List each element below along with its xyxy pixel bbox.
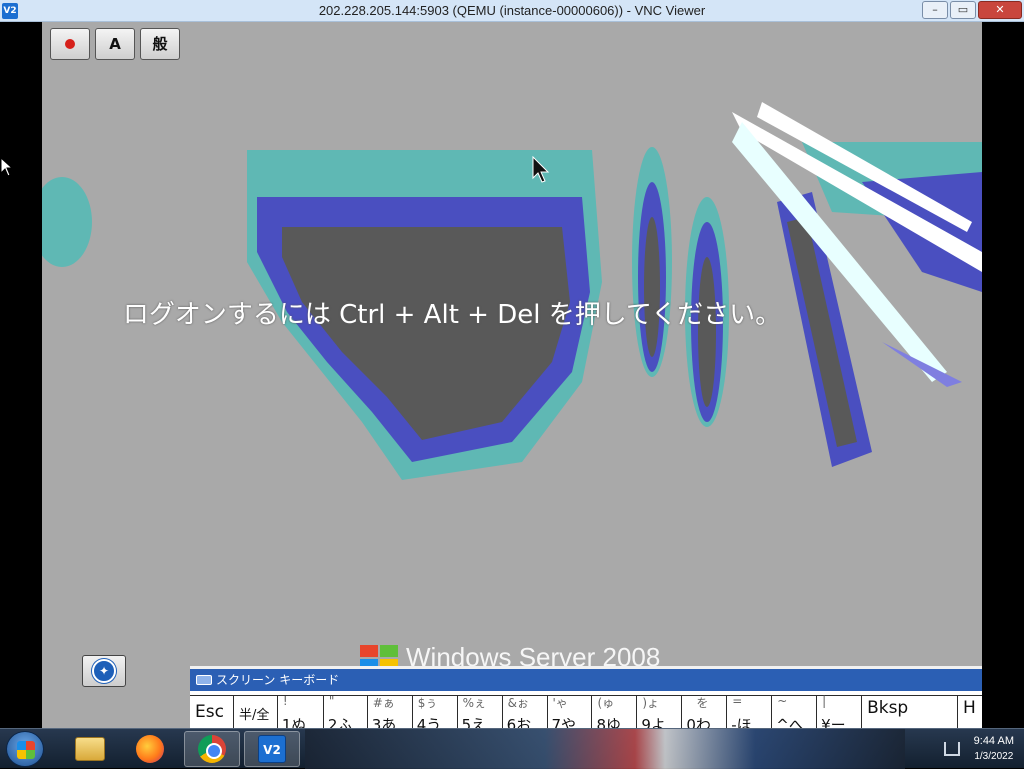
taskbar-explorer[interactable] (62, 731, 118, 767)
ime-toggle-button[interactable] (50, 28, 90, 60)
clock[interactable]: 9:44 AM 1/3/2022 (974, 733, 1014, 765)
ime-toolbar: A 般 (50, 28, 180, 60)
key-caret[interactable]: ~ ^へ (772, 694, 818, 728)
windows-start-icon (17, 741, 35, 759)
input-mode-button[interactable]: A (95, 28, 135, 60)
viewer-right-margin (982, 22, 1024, 728)
key-backspace[interactable]: Bksp (862, 695, 958, 728)
taskbar-firefox[interactable] (122, 731, 178, 767)
taskbar-chrome[interactable] (184, 731, 240, 767)
key-5[interactable]: %ぇ 5え (457, 695, 503, 728)
logon-instruction-text: ログオンするには Ctrl + Alt + Del を押してください。 (122, 300, 782, 330)
key-1[interactable]: ! 1ぬ (277, 694, 324, 728)
taskbar-background (305, 729, 905, 769)
start-button[interactable] (6, 731, 44, 767)
clock-date: 1/3/2022 (974, 751, 1014, 762)
key-2[interactable]: " 2ふ (323, 694, 368, 728)
key-hankaku-zenkaku[interactable]: 半/全 (233, 695, 278, 728)
taskbar: V2 9:44 AM 1/3/2022 (0, 728, 1024, 769)
network-icon[interactable] (943, 742, 960, 756)
system-tray: 9:44 AM 1/3/2022 (943, 733, 1014, 765)
key-minus[interactable]: = -ほ (727, 694, 773, 728)
key-9[interactable]: )ょ 9よ (637, 695, 683, 728)
maximize-button[interactable]: ▭ (950, 1, 976, 19)
vnc-window-titlebar[interactable]: V2 202.228.205.144:5903 (QEMU (instance-… (0, 0, 1024, 22)
mouse-pointer-icon (532, 156, 550, 183)
key-3[interactable]: #ぁ 3あ (367, 695, 413, 728)
osk-key-row: Esc 半/全 ! 1ぬ " 2ふ #ぁ 3あ $ぅ 4う %ぇ 5え &ぉ 6お 'ゃ 7や… (190, 691, 982, 728)
local-mouse-pointer-icon (0, 157, 14, 177)
logon-background-art (42, 102, 982, 480)
key-esc[interactable]: Esc (190, 695, 234, 728)
onscreen-keyboard[interactable]: スクリーン キーボード Esc 半/全 ! 1ぬ " 2ふ #ぁ 3あ $ぅ 4う %ぇ… (190, 666, 982, 728)
osk-titlebar[interactable]: スクリーン キーボード (190, 669, 982, 691)
osk-title: スクリーン キーボード (216, 673, 340, 687)
dictionary-button[interactable]: 般 (140, 28, 180, 60)
accessibility-icon: ✦ (92, 659, 116, 683)
ime-status-icon (65, 39, 75, 49)
key-6[interactable]: &ぉ 6お (502, 695, 548, 728)
key-0[interactable]: を 0わ (682, 695, 728, 728)
folder-icon (75, 737, 105, 761)
keyboard-icon (196, 675, 212, 685)
ease-of-access-button[interactable]: ✦ (82, 655, 126, 687)
close-button[interactable]: ✕ (978, 1, 1022, 19)
key-home[interactable]: H (957, 695, 982, 728)
vnc-viewer-icon: V2 (258, 735, 286, 763)
viewer-left-margin (0, 22, 42, 728)
minimize-button[interactable]: – (922, 1, 948, 19)
clock-time: 9:44 AM (973, 735, 1014, 747)
key-4[interactable]: $ぅ 4う (412, 695, 458, 728)
key-8[interactable]: (ゅ 8ゆ (592, 695, 638, 728)
chrome-icon (198, 735, 226, 763)
taskbar-vnc-viewer[interactable]: V2 (244, 731, 300, 767)
remote-desktop-view[interactable]: A 般 ログオンするには Ctrl + Alt + Del を押してください。 … (42, 22, 982, 728)
key-yen[interactable]: | ¥ー (817, 694, 863, 728)
key-7[interactable]: 'ゃ 7や (547, 695, 593, 728)
window-title: 202.228.205.144:5903 (QEMU (instance-000… (318, 3, 706, 18)
firefox-icon (136, 735, 164, 763)
